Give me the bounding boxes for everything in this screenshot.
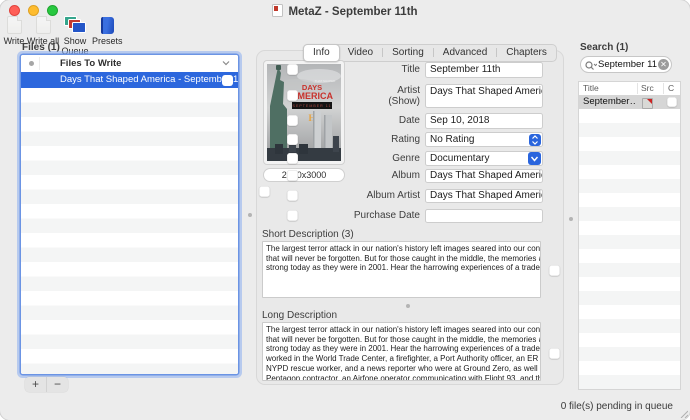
date-label: Date <box>262 113 420 129</box>
file-row-selected[interactable]: Days That Shaped America - September 11t… <box>21 72 238 88</box>
album-field[interactable]: Days That Shaped America <box>425 169 543 183</box>
metaz-window: MetaZ - September 11th Write Write all S… <box>0 0 690 420</box>
file-list-empty-rows <box>21 88 238 374</box>
short-description-text: The largest terror attack in our nation'… <box>263 242 541 273</box>
tab-info[interactable]: Info <box>303 44 340 62</box>
file-list[interactable]: Files To Write Days That Shaped America … <box>21 55 238 374</box>
genre-label: Genre <box>262 151 420 166</box>
column-divider <box>637 83 638 94</box>
tab-advanced[interactable]: Advanced <box>434 45 496 61</box>
book-icon <box>101 17 114 34</box>
remove-file-button[interactable]: − <box>47 377 68 392</box>
window-title-text: MetaZ - September 11th <box>288 6 417 18</box>
queue-status-text: 0 file(s) pending in queue <box>561 401 673 412</box>
album-artist-field[interactable]: Days That Shaped America <box>425 189 543 203</box>
show-queue-button[interactable]: Show Queue <box>58 15 92 56</box>
artist-checkbox[interactable] <box>287 90 298 101</box>
svg-text:SEPTEMBER 11: SEPTEMBER 11 <box>293 104 332 108</box>
search-input[interactable]: September 11 ✕ <box>580 56 672 73</box>
tab-video[interactable]: Video <box>339 45 382 61</box>
title-checkbox[interactable] <box>287 64 298 75</box>
show-queue-label: Show Queue <box>58 36 92 56</box>
rating-checkbox[interactable] <box>287 134 298 145</box>
album-artist-checkbox[interactable] <box>287 190 298 201</box>
file-list-column-title: Files To Write <box>60 55 121 72</box>
file-row-title: Days That Shaped America - September 11t… <box>60 74 238 85</box>
combo-chevron-icon <box>528 152 541 165</box>
long-description-box[interactable]: The largest terror attack in our nation'… <box>262 322 541 381</box>
column-title[interactable]: Title <box>583 82 599 95</box>
short-description-checkbox[interactable] <box>549 265 560 276</box>
clear-search-icon[interactable]: ✕ <box>658 59 669 70</box>
purchase-date-checkbox[interactable] <box>287 210 298 221</box>
search-result-title: September… <box>583 95 635 109</box>
short-description-box[interactable]: The largest terror attack in our nation'… <box>262 241 541 298</box>
resize-grip[interactable] <box>678 408 688 418</box>
purchase-date-field[interactable] <box>425 209 543 223</box>
search-result-row[interactable]: September… <box>579 95 680 109</box>
column-c[interactable]: C <box>668 82 674 95</box>
long-description-label: Long Description <box>262 310 337 321</box>
search-panel-header: Search (1) <box>580 42 628 53</box>
tab-chapters[interactable]: Chapters <box>497 45 556 61</box>
column-divider <box>663 83 664 94</box>
long-description-checkbox[interactable] <box>549 348 560 359</box>
title-label: Title <box>262 62 420 78</box>
album-artist-label: Album Artist <box>262 189 420 203</box>
album-label: Album <box>262 169 420 183</box>
album-checkbox[interactable] <box>287 170 298 181</box>
files-panel-header: Files (1) <box>22 42 60 53</box>
artist-show-field[interactable]: Days That Shaped America <box>425 84 543 108</box>
genre-combo[interactable]: Documentary <box>425 151 543 166</box>
status-dot-icon <box>29 61 34 66</box>
column-divider <box>39 57 40 70</box>
search-empty-rows <box>579 109 680 389</box>
column-src[interactable]: Src <box>641 82 654 95</box>
left-splitter-handle[interactable] <box>248 213 252 217</box>
search-results-table[interactable]: Title Src C September… <box>578 81 681 390</box>
long-description-text: The largest terror attack in our nation'… <box>263 323 541 381</box>
description-splitter-handle[interactable] <box>406 304 410 308</box>
add-file-button[interactable]: + <box>25 377 47 392</box>
presets-label: Presets <box>92 36 122 46</box>
write-all-document-icon <box>36 16 51 34</box>
rating-popup[interactable]: No Rating <box>425 132 543 147</box>
search-query: September 11 <box>598 58 657 72</box>
right-splitter-handle[interactable] <box>569 217 573 221</box>
date-field[interactable]: Sep 10, 2018 <box>425 113 543 129</box>
title-field[interactable]: September 11th <box>425 62 543 78</box>
date-checkbox[interactable] <box>287 115 298 126</box>
genre-checkbox[interactable] <box>287 153 298 164</box>
presets-button[interactable]: Presets <box>92 15 122 46</box>
add-remove-control: + − <box>25 377 68 392</box>
file-list-header[interactable]: Files To Write <box>21 55 238 73</box>
source-site-icon <box>642 98 653 109</box>
stacked-windows-icon <box>64 16 87 34</box>
search-result-checkbox[interactable] <box>667 97 677 107</box>
search-table-header: Title Src C <box>579 82 680 96</box>
rating-label: Rating <box>262 132 420 147</box>
chevron-down-icon[interactable] <box>222 60 230 66</box>
write-document-icon <box>7 16 22 34</box>
short-description-label: Short Description (3) <box>262 229 354 240</box>
popup-stepper-icon <box>529 134 541 146</box>
search-icon <box>585 61 597 71</box>
purchase-date-label: Purchase Date <box>262 209 420 223</box>
tab-sorting[interactable]: Sorting <box>383 45 433 61</box>
file-row-checkbox[interactable] <box>222 75 233 86</box>
artist-show-label: Artist (Show) <box>372 84 420 107</box>
document-icon <box>272 4 283 17</box>
